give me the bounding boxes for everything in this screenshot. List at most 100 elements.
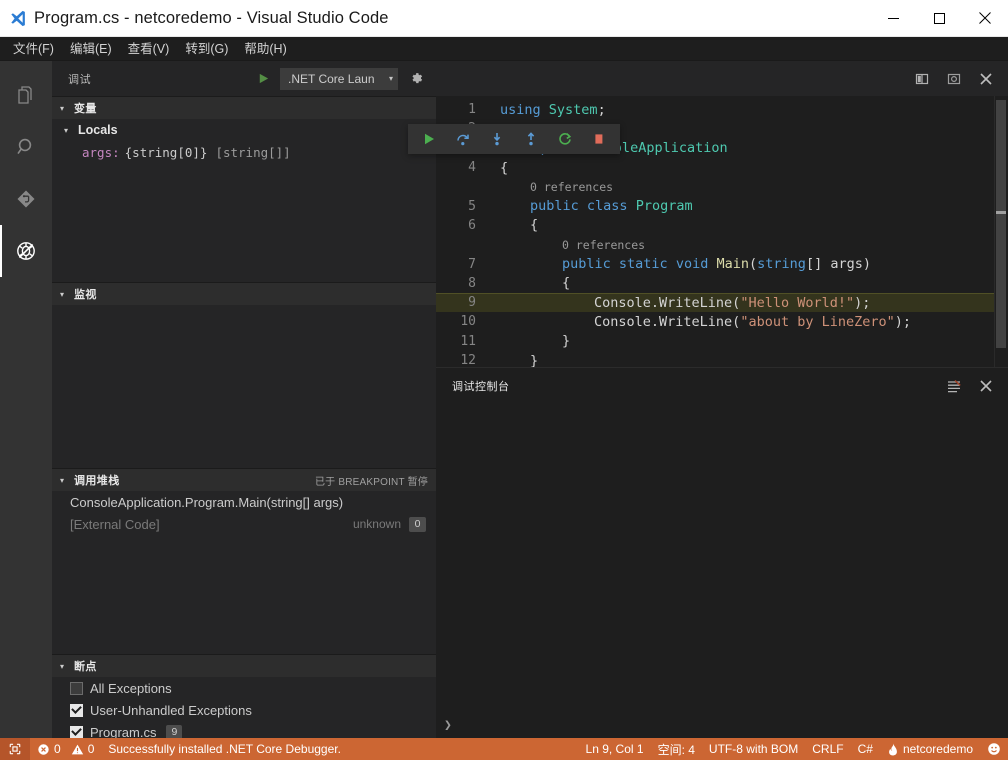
- menu-help[interactable]: 帮助(H): [236, 38, 294, 60]
- cursor-position[interactable]: Ln 9, Col 1: [579, 738, 651, 760]
- maximize-button[interactable]: [916, 0, 962, 37]
- preview-icon: [946, 71, 962, 87]
- menu-view[interactable]: 查看(V): [120, 38, 178, 60]
- line-text: Console.WriteLine("about by LineZero");: [594, 313, 912, 330]
- debug-step-over-button[interactable]: [448, 126, 478, 152]
- line-number: 5: [468, 198, 476, 214]
- callstack-frame-label: ConsoleApplication.Program.Main(string[]…: [70, 494, 344, 510]
- breakpoint-item[interactable]: Program.cs 9: [52, 721, 436, 738]
- codelens-label[interactable]: 0 references: [498, 238, 645, 252]
- twisty-icon[interactable]: ▾: [60, 662, 74, 671]
- variable-scope-locals[interactable]: ▾ Locals: [52, 119, 436, 141]
- callstack-frame-meta: unknown 0: [353, 516, 436, 532]
- clear-console-button[interactable]: [940, 372, 968, 400]
- variable-row[interactable]: args: {string[0]} [string[]]: [52, 141, 436, 163]
- codelens-label[interactable]: 0 references: [498, 180, 613, 194]
- breakpoint-item[interactable]: User-Unhandled Exceptions: [52, 699, 436, 721]
- remote-window-button[interactable]: [0, 738, 30, 760]
- scrollbar-thumb[interactable]: [996, 100, 1006, 348]
- twisty-icon[interactable]: ▾: [64, 126, 78, 135]
- callstack-frame[interactable]: [External Code] unknown 0: [52, 513, 436, 535]
- breakpoint-checkbox[interactable]: [70, 681, 83, 695]
- codelens-row[interactable]: 0 references: [436, 177, 1008, 196]
- error-circle-icon: [37, 743, 50, 756]
- breakpoint-line-badge: 9: [166, 724, 183, 738]
- debug-sidebar-title: 调试: [68, 73, 92, 86]
- debug-continue-button[interactable]: [414, 126, 444, 152]
- breakpoint-checkbox[interactable]: [70, 725, 83, 738]
- problems-status[interactable]: 0 0: [30, 738, 101, 760]
- line-number: 12: [460, 353, 476, 367]
- activity-debug[interactable]: [0, 225, 52, 277]
- debug-console-input[interactable]: ❯: [436, 712, 1008, 738]
- split-editor-button[interactable]: [908, 65, 936, 93]
- line-text: public class Program: [530, 198, 693, 215]
- status-bar-right: Ln 9, Col 1 空间: 4 UTF-8 with BOM CRLF C#…: [579, 738, 1008, 760]
- open-preview-button[interactable]: [940, 65, 968, 93]
- code-line: 5 public class Program: [436, 196, 1008, 215]
- close-button[interactable]: [962, 0, 1008, 37]
- variables-pane-body: ▾ Locals args: {string[0]} [string[]]: [52, 119, 436, 282]
- editor-scrollbar[interactable]: [994, 96, 1008, 367]
- start-debugging-button[interactable]: [252, 68, 274, 90]
- files-icon: [14, 83, 38, 107]
- debug-toolbar: [408, 124, 620, 154]
- code-line-current: 9 Console.WriteLine("Hello World!");: [436, 292, 1008, 313]
- codelens-row[interactable]: 0 references: [436, 235, 1008, 254]
- step-over-icon: [455, 131, 471, 147]
- code-line: 6 {: [436, 216, 1008, 235]
- feedback-button[interactable]: [980, 738, 1008, 760]
- status-message[interactable]: Successfully installed .NET Core Debugge…: [101, 738, 348, 760]
- variables-pane-header[interactable]: ▾ 变量: [52, 97, 436, 119]
- debug-configuration-select[interactable]: .NET Core Laun ▾: [280, 67, 398, 90]
- twisty-icon[interactable]: ▾: [60, 290, 74, 299]
- debug-stop-button[interactable]: [584, 126, 614, 152]
- line-text: {: [562, 275, 571, 292]
- encoding-status[interactable]: UTF-8 with BOM: [702, 738, 805, 760]
- indentation-status[interactable]: 空间: 4: [651, 738, 702, 760]
- close-panel-button[interactable]: [972, 372, 1000, 400]
- debug-settings-button[interactable]: [404, 67, 428, 91]
- callstack-pane-header[interactable]: ▾ 调用堆栈 已于 BREAKPOINT 暂停: [52, 469, 436, 491]
- watch-pane-header[interactable]: ▾ 监视: [52, 283, 436, 305]
- editor-group: 1 using System; 2 3 namespace ConsoleApp…: [436, 61, 1008, 738]
- breakpoint-item[interactable]: All Exceptions: [52, 677, 436, 699]
- menu-goto[interactable]: 转到(G): [177, 38, 236, 60]
- twisty-icon[interactable]: ▾: [60, 476, 74, 485]
- breakpoint-label: User-Unhandled Exceptions: [90, 702, 252, 718]
- variables-pane-title: 变量: [74, 103, 97, 115]
- breakpoints-pane-body: All Exceptions User-Unhandled Exceptions…: [52, 677, 436, 738]
- pane-watch: ▾ 监视: [52, 282, 436, 468]
- code-line: 10 Console.WriteLine("about by LineZero"…: [436, 312, 1008, 331]
- twisty-icon[interactable]: ▾: [60, 104, 74, 113]
- breakpoints-pane-header[interactable]: ▾ 断点: [52, 655, 436, 677]
- chevron-right-icon: ❯: [444, 717, 452, 733]
- panel-title: 调试控制台: [452, 380, 510, 393]
- close-editor-button[interactable]: [972, 65, 1000, 93]
- menu-edit[interactable]: 编辑(E): [62, 38, 120, 60]
- activity-source-control[interactable]: [0, 173, 52, 225]
- code-line: 7 public static void Main(string[] args): [436, 254, 1008, 273]
- status-bar: 0 0 Successfully installed .NET Core Deb…: [0, 738, 1008, 760]
- debug-step-into-button[interactable]: [482, 126, 512, 152]
- menu-bar: 文件(F) 编辑(E) 查看(V) 转到(G) 帮助(H): [0, 37, 1008, 61]
- close-icon: [979, 72, 993, 86]
- activity-search[interactable]: [0, 121, 52, 173]
- line-number: 9: [468, 295, 476, 311]
- debug-step-out-button[interactable]: [516, 126, 546, 152]
- eol-status[interactable]: CRLF: [805, 738, 850, 760]
- error-count: 0: [54, 742, 61, 756]
- callstack-frame-count: 0: [409, 516, 426, 532]
- menu-file[interactable]: 文件(F): [5, 38, 62, 60]
- callstack-frame[interactable]: ConsoleApplication.Program.Main(string[]…: [52, 491, 436, 513]
- project-status[interactable]: netcoredemo: [880, 738, 980, 760]
- remote-window-icon: [8, 742, 22, 756]
- watch-pane-body: [52, 305, 436, 468]
- debug-bug-icon: [14, 239, 38, 263]
- activity-explorer[interactable]: [0, 69, 52, 121]
- breakpoints-pane-title: 断点: [74, 661, 97, 673]
- language-status[interactable]: C#: [851, 738, 880, 760]
- minimize-button[interactable]: [870, 0, 916, 37]
- breakpoint-checkbox[interactable]: [70, 703, 83, 717]
- debug-restart-button[interactable]: [550, 126, 580, 152]
